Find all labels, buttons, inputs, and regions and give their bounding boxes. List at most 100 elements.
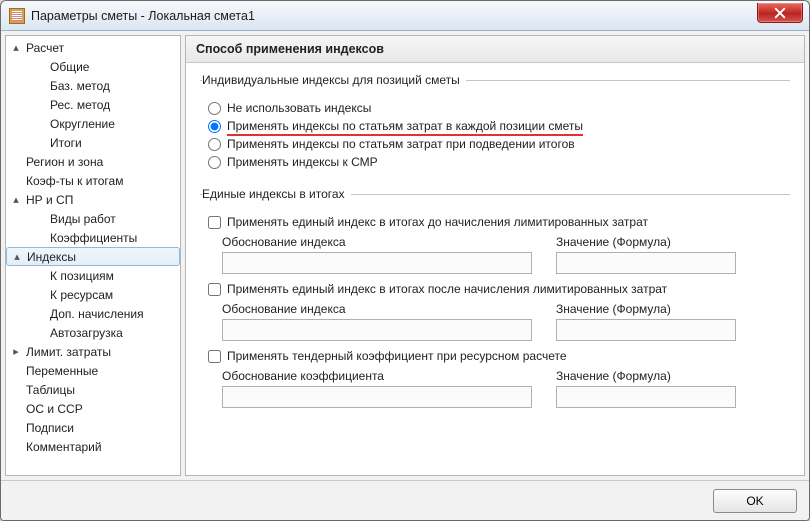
- check-label[interactable]: Применять тендерный коэффициент при ресу…: [227, 349, 567, 363]
- tree-item[interactable]: Виды работ: [6, 209, 180, 228]
- tree-item-label: Лимит. затраты: [22, 345, 111, 359]
- check-option: Применять тендерный коэффициент при ресу…: [208, 349, 788, 363]
- tree-item-label: Индексы: [23, 250, 76, 264]
- radio-label[interactable]: Применять индексы по статьям затрат в ка…: [227, 119, 583, 133]
- tree-item[interactable]: Общие: [6, 57, 180, 76]
- tree-item-label: Расчет: [22, 41, 64, 55]
- value-input[interactable]: [556, 386, 736, 408]
- tree-item[interactable]: ОС и ССР: [6, 399, 180, 418]
- tree-toggle-icon[interactable]: ▴: [11, 250, 23, 263]
- tree-item[interactable]: Автозагрузка: [6, 323, 180, 342]
- radio-option: Применять индексы по статьям затрат при …: [208, 137, 788, 151]
- body: ▴РасчетОбщиеБаз. методРес. методОкруглен…: [1, 31, 809, 480]
- tree-item[interactable]: Регион и зона: [6, 152, 180, 171]
- tree-item-label: Баз. метод: [22, 79, 110, 93]
- justification-input[interactable]: [222, 319, 532, 341]
- radio-input[interactable]: [208, 120, 221, 133]
- nav-tree: ▴РасчетОбщиеБаз. методРес. методОкруглен…: [5, 35, 181, 476]
- tree-item[interactable]: Таблицы: [6, 380, 180, 399]
- tree-item[interactable]: Баз. метод: [6, 76, 180, 95]
- main-panel: Способ применения индексов Индивидуальны…: [185, 35, 805, 476]
- tree-item[interactable]: Рес. метод: [6, 95, 180, 114]
- check-label[interactable]: Применять единый индекс в итогах до начи…: [227, 215, 648, 229]
- close-icon: [774, 7, 786, 19]
- radio-input[interactable]: [208, 156, 221, 169]
- app-window: Параметры сметы - Локальная смета1 ▴Расч…: [0, 0, 810, 521]
- tree-toggle-icon[interactable]: ▴: [10, 41, 22, 54]
- tree-item[interactable]: Округление: [6, 114, 180, 133]
- titlebar: Параметры сметы - Локальная смета1: [1, 1, 809, 31]
- check-option: Применять единый индекс в итогах до начи…: [208, 215, 788, 229]
- tree-item-label: К позициям: [22, 269, 114, 283]
- tree-item-label: Виды работ: [22, 212, 116, 226]
- panel-body: Индивидуальные индексы для позиций сметы…: [186, 63, 804, 475]
- field-label: Значение (Формула): [556, 369, 736, 383]
- tree-item-label: ОС и ССР: [22, 402, 83, 416]
- tree-item-label: НР и СП: [22, 193, 73, 207]
- tree-item[interactable]: Коэффициенты: [6, 228, 180, 247]
- field-pair: Обоснование индекса Значение (Формула): [222, 235, 788, 274]
- value-input[interactable]: [556, 252, 736, 274]
- tree-item-label: Коэффициенты: [22, 231, 137, 245]
- tree-item[interactable]: Подписи: [6, 418, 180, 437]
- tree-item-label: Рес. метод: [22, 98, 110, 112]
- check-input[interactable]: [208, 283, 221, 296]
- ok-button[interactable]: OK: [713, 489, 797, 513]
- radio-label[interactable]: Применять индексы к СМР: [227, 155, 378, 169]
- panel-header: Способ применения индексов: [186, 36, 804, 63]
- tree-item-label: Итоги: [22, 136, 82, 150]
- radio-input[interactable]: [208, 138, 221, 151]
- tree-item-label: Коэф-ты к итогам: [22, 174, 123, 188]
- tree-item-label: Таблицы: [22, 383, 75, 397]
- tree-item[interactable]: Переменные: [6, 361, 180, 380]
- field-pair: Обоснование индекса Значение (Формула): [222, 302, 788, 341]
- radio-input[interactable]: [208, 102, 221, 115]
- tree-item-label: Переменные: [22, 364, 98, 378]
- group-individual-legend: Индивидуальные индексы для позиций сметы: [202, 73, 466, 87]
- tree-item[interactable]: ▴НР и СП: [6, 190, 180, 209]
- field-label: Обоснование индекса: [222, 235, 532, 249]
- value-input[interactable]: [556, 319, 736, 341]
- group-individual-indexes: Индивидуальные индексы для позиций сметы…: [200, 73, 790, 175]
- tree-item[interactable]: Комментарий: [6, 437, 180, 456]
- tree-item-label: Подписи: [22, 421, 74, 435]
- field-label: Обоснование коэффициента: [222, 369, 532, 383]
- tree-item[interactable]: Доп. начисления: [6, 304, 180, 323]
- justification-input[interactable]: [222, 252, 532, 274]
- tree-item-label: Регион и зона: [22, 155, 103, 169]
- tree-item[interactable]: ▴Индексы: [6, 247, 180, 266]
- radio-option: Применять индексы к СМР: [208, 155, 788, 169]
- tree-item-label: Округление: [22, 117, 115, 131]
- close-button[interactable]: [757, 3, 803, 23]
- check-label[interactable]: Применять единый индекс в итогах после н…: [227, 282, 667, 296]
- tree-item-label: Общие: [22, 60, 89, 74]
- tree-item-label: Доп. начисления: [22, 307, 144, 321]
- tree-toggle-icon[interactable]: ▴: [10, 193, 22, 206]
- group-unified-indexes: Единые индексы в итогах Применять единый…: [200, 187, 790, 418]
- radio-label[interactable]: Не использовать индексы: [227, 101, 371, 115]
- field-label: Обоснование индекса: [222, 302, 532, 316]
- field-label: Значение (Формула): [556, 235, 736, 249]
- footer: OK: [1, 480, 809, 520]
- radio-label[interactable]: Применять индексы по статьям затрат при …: [227, 137, 575, 151]
- tree-item-label: Автозагрузка: [22, 326, 123, 340]
- window-title: Параметры сметы - Локальная смета1: [31, 9, 255, 23]
- app-icon: [9, 8, 25, 24]
- radio-option: Применять индексы по статьям затрат в ка…: [208, 119, 788, 133]
- tree-item[interactable]: К позициям: [6, 266, 180, 285]
- tree-item[interactable]: Итоги: [6, 133, 180, 152]
- tree-item[interactable]: ▸Лимит. затраты: [6, 342, 180, 361]
- group-unified-legend: Единые индексы в итогах: [202, 187, 351, 201]
- check-option: Применять единый индекс в итогах после н…: [208, 282, 788, 296]
- tree-item[interactable]: Коэф-ты к итогам: [6, 171, 180, 190]
- tree-item-label: Комментарий: [22, 440, 102, 454]
- justification-input[interactable]: [222, 386, 532, 408]
- tree-item[interactable]: ▴Расчет: [6, 38, 180, 57]
- field-pair: Обоснование коэффициента Значение (Формул…: [222, 369, 788, 408]
- check-input[interactable]: [208, 350, 221, 363]
- radio-option: Не использовать индексы: [208, 101, 788, 115]
- tree-toggle-icon[interactable]: ▸: [10, 345, 22, 358]
- check-input[interactable]: [208, 216, 221, 229]
- tree-item[interactable]: К ресурсам: [6, 285, 180, 304]
- field-label: Значение (Формула): [556, 302, 736, 316]
